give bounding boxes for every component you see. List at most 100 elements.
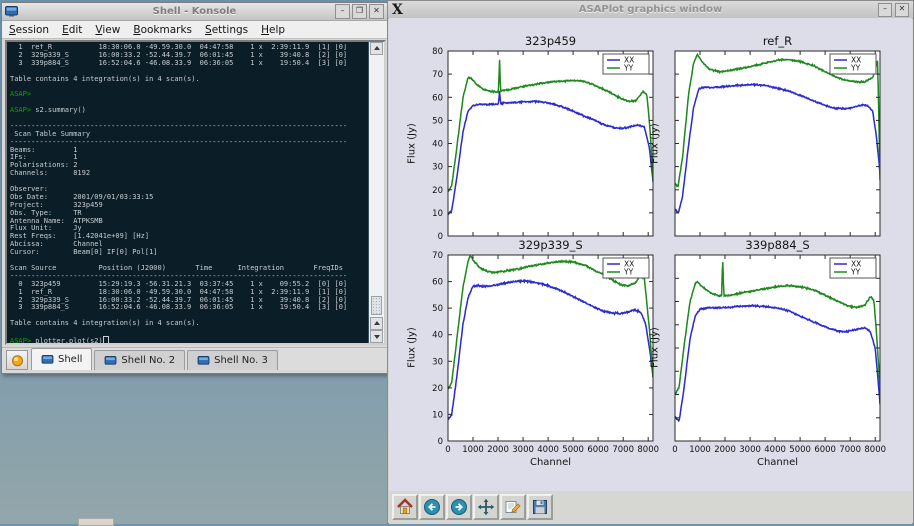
x-axis-label: Channel bbox=[448, 457, 653, 468]
home-button[interactable] bbox=[392, 494, 418, 520]
plot-panel-339p884-s[interactable]: 010002000300040005000600070008000XXYY bbox=[635, 247, 892, 463]
scroll-down-button[interactable] bbox=[370, 330, 383, 343]
asaplot-window-controls: – ✕ bbox=[878, 3, 909, 17]
terminal-cursor bbox=[103, 336, 109, 343]
svg-text:60: 60 bbox=[432, 278, 443, 288]
scrollbar-thumb[interactable] bbox=[371, 296, 382, 315]
save-button[interactable] bbox=[527, 494, 553, 520]
menu-item-help[interactable]: Help bbox=[261, 24, 285, 36]
svg-text:50: 50 bbox=[432, 116, 443, 126]
terminal-line bbox=[10, 178, 368, 186]
menu-item-session[interactable]: Session bbox=[9, 24, 49, 36]
svg-text:0: 0 bbox=[438, 437, 443, 447]
y-axis-label: Flux (Jy) bbox=[650, 108, 663, 178]
svg-text:1000: 1000 bbox=[689, 445, 711, 455]
svg-text:6000: 6000 bbox=[587, 445, 609, 455]
close-button[interactable]: ✕ bbox=[369, 4, 384, 19]
figure-canvas[interactable]: 0 10 20 30 40 50 60 70 80 XXYY Channel 323p459 Flux … bbox=[389, 18, 912, 491]
svg-text:0: 0 bbox=[672, 445, 677, 455]
terminal-line bbox=[10, 328, 368, 336]
tab-shell-no-2[interactable]: Shell No. 2 bbox=[94, 350, 185, 370]
svg-text:7000: 7000 bbox=[839, 445, 861, 455]
terminal-line: 3 339p884_S 16:52:04.6 -46.08.33.9 06:36… bbox=[10, 304, 368, 312]
asaplot-titlebar[interactable]: X ASAPlot graphics window – ✕ bbox=[388, 1, 913, 19]
konsole-tabbar: ShellShell No. 2 Shell No. 3 bbox=[2, 347, 387, 370]
menu-item-view[interactable]: View bbox=[95, 24, 120, 36]
forward-button[interactable] bbox=[446, 494, 472, 520]
menu-item-settings[interactable]: Settings bbox=[205, 24, 248, 36]
svg-text:30: 30 bbox=[432, 163, 443, 173]
plot-toolbar bbox=[389, 491, 912, 524]
terminal-output[interactable]: 1 ref_R 18:30:06.0 -49.59.30.0 04:47:58 … bbox=[10, 44, 368, 343]
svg-text:2000: 2000 bbox=[714, 445, 736, 455]
configure-subplots-button[interactable] bbox=[500, 494, 526, 520]
svg-text:4000: 4000 bbox=[764, 445, 786, 455]
konsole-window-controls: – ❐ ✕ bbox=[335, 4, 384, 19]
terminal-line: Channels: 8192 bbox=[10, 170, 368, 178]
edit-page-icon bbox=[504, 498, 522, 516]
svg-text:5000: 5000 bbox=[562, 445, 584, 455]
save-floppy-icon bbox=[531, 498, 549, 516]
plot-panel-323p459[interactable]: 01020304050607080XXYY bbox=[408, 43, 665, 258]
svg-text:40: 40 bbox=[432, 331, 443, 341]
terminal-frame: 1 ref_R 18:30:06.0 -49.59.30.0 04:47:58 … bbox=[5, 40, 386, 345]
close-button[interactable]: ✕ bbox=[895, 3, 909, 17]
chart-title: 339p884_S bbox=[675, 238, 880, 252]
svg-text:YY: YY bbox=[623, 64, 634, 73]
svg-text:40: 40 bbox=[432, 140, 443, 150]
konsole-menubar: Session Edit View Bookmarks Settings Help bbox=[2, 21, 387, 39]
terminal-line: Table contains 4 integration(s) in 4 sca… bbox=[10, 320, 368, 328]
svg-text:3000: 3000 bbox=[739, 445, 761, 455]
tab-shell-no-3[interactable]: Shell No. 3 bbox=[187, 350, 278, 370]
svg-text:80: 80 bbox=[432, 47, 443, 57]
svg-text:10: 10 bbox=[432, 209, 443, 219]
konsole-window: Shell - Konsole – ❐ ✕ Session Edit View Boo… bbox=[1, 2, 388, 374]
terminal-tab-icon bbox=[41, 355, 54, 365]
asaplot-window: X ASAPlot graphics window – ✕ 0 10 20 30 40 5… bbox=[387, 0, 914, 524]
svg-text:0: 0 bbox=[445, 445, 450, 455]
svg-text:2000: 2000 bbox=[487, 445, 509, 455]
svg-text:0: 0 bbox=[438, 232, 443, 242]
tab-shell[interactable]: Shell bbox=[31, 348, 92, 370]
terminal-tab-icon bbox=[197, 356, 210, 366]
konsole-titlebar[interactable]: Shell - Konsole – ❐ ✕ bbox=[2, 3, 387, 21]
svg-text:30: 30 bbox=[432, 357, 443, 367]
svg-text:1000: 1000 bbox=[462, 445, 484, 455]
y-axis-label: Flux (Jy) bbox=[407, 108, 420, 178]
svg-text:20: 20 bbox=[432, 384, 443, 394]
svg-text:4000: 4000 bbox=[537, 445, 559, 455]
svg-text:YY: YY bbox=[850, 64, 861, 73]
maximize-button[interactable]: ❐ bbox=[352, 4, 367, 19]
chart-title: 323p459 bbox=[448, 34, 653, 48]
minimize-button[interactable]: – bbox=[335, 4, 350, 19]
terminal-scrollbar[interactable] bbox=[368, 42, 384, 343]
forward-arrow-icon bbox=[450, 498, 468, 516]
terminal-line: Table contains 4 integration(s) in 4 sca… bbox=[10, 76, 368, 84]
terminal-line: Cursor: Beam[0] IF[0] Pol[1] bbox=[10, 249, 368, 257]
asaplot-window-title: ASAPlot graphics window bbox=[388, 4, 913, 15]
scroll-up-button[interactable] bbox=[370, 42, 383, 55]
home-icon bbox=[396, 498, 414, 516]
svg-text:7000: 7000 bbox=[612, 445, 634, 455]
konsole-window-title: Shell - Konsole bbox=[2, 6, 387, 17]
y-axis-label: Flux (Jy) bbox=[407, 313, 420, 383]
terminal-line bbox=[10, 83, 368, 91]
svg-text:YY: YY bbox=[623, 268, 634, 277]
new-session-button[interactable] bbox=[6, 350, 28, 370]
plot-panel-ref-r[interactable]: XXYY bbox=[635, 43, 892, 258]
pan-move-icon bbox=[477, 498, 495, 516]
pan-button[interactable] bbox=[473, 494, 499, 520]
menu-item-edit[interactable]: Edit bbox=[62, 24, 82, 36]
tab-label: Shell No. 3 bbox=[214, 355, 268, 366]
chart-title: 329p339_S bbox=[448, 238, 653, 252]
back-button[interactable] bbox=[419, 494, 445, 520]
svg-text:70: 70 bbox=[432, 251, 443, 261]
svg-text:3000: 3000 bbox=[512, 445, 534, 455]
terminal-tab-icon bbox=[104, 356, 117, 366]
scroll-up-button-bottom[interactable] bbox=[370, 317, 383, 330]
minimize-button[interactable]: – bbox=[878, 3, 892, 17]
plot-panel-329p339-s[interactable]: 0102030405060700100020003000400050006000… bbox=[408, 247, 665, 463]
taskbar-fragment bbox=[78, 518, 114, 526]
menu-item-bookmarks[interactable]: Bookmarks bbox=[133, 24, 192, 36]
svg-text:8000: 8000 bbox=[864, 445, 886, 455]
